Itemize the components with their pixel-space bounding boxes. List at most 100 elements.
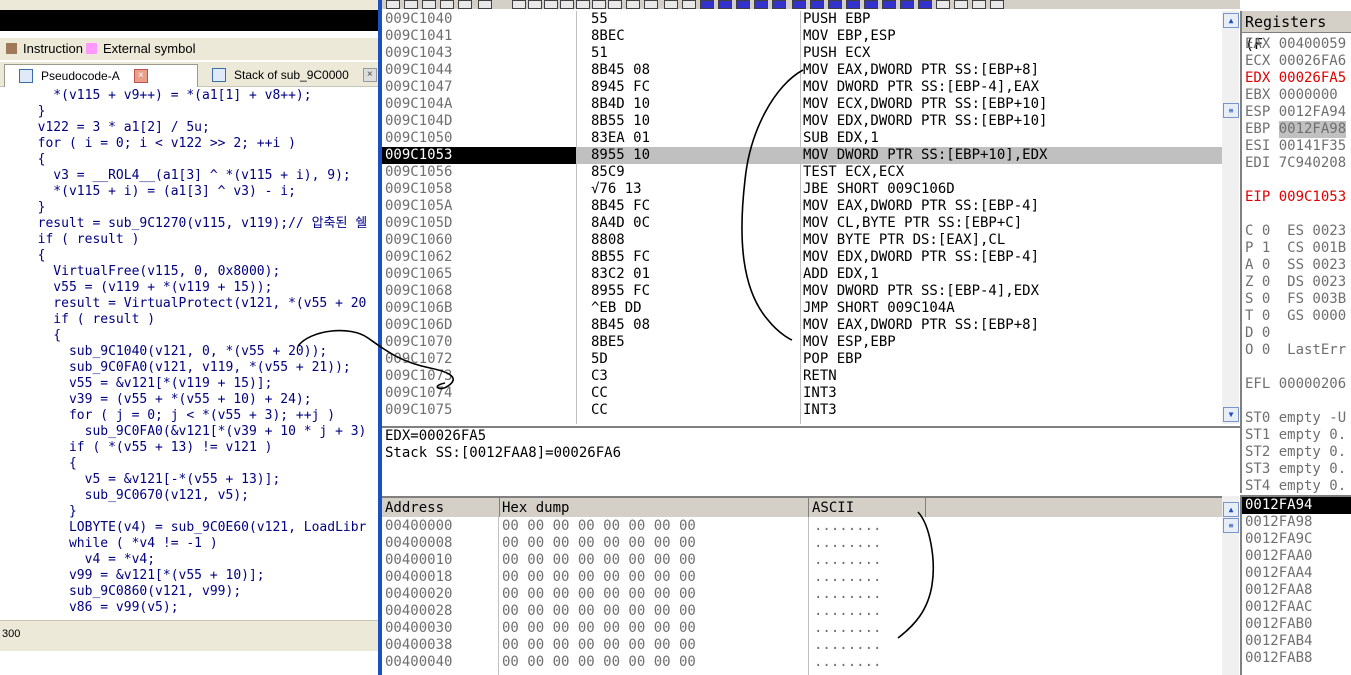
toolbar-button[interactable] [864,0,878,9]
disasm-row[interactable]: 009C1058 √76 13 JBE SHORT 009C106D [382,181,1222,198]
register-row[interactable]: ESP 0012FA94 [1245,104,1346,121]
code-line[interactable]: LOBYTE(v4) = sub_9C0E60(v121, LoadLibr [22,520,366,536]
code-line[interactable]: v5 = &v121[-*(v55 + 13)]; [22,472,281,488]
disasm-row[interactable]: 009C1068 8955 FC MOV DWORD PTR SS:[EBP-4],… [382,283,1222,300]
disasm-row[interactable]: 009C1075 CC INT3 [382,402,1222,419]
code-line[interactable]: v99 = &v121[*(v55 + 10)]; [22,568,265,584]
register-row[interactable]: ST3 empty 0. [1245,461,1346,478]
code-line[interactable]: { [22,328,61,344]
code-line[interactable]: VirtualFree(v115, 0, 0x8000); [22,264,280,280]
toolbar-button[interactable] [990,0,1004,9]
code-line[interactable]: result = VirtualProtect(v121, *(v55 + 20 [22,296,366,312]
toolbar-button[interactable] [682,0,696,9]
disasm-row[interactable]: 009C1060 8808 MOV BYTE PTR DS:[EAX],CL [382,232,1222,249]
toolbar-button[interactable] [882,0,896,9]
code-line[interactable]: sub_9C0670(v121, v5); [22,488,249,504]
toolbar-button[interactable] [592,0,606,9]
code-line[interactable]: sub_9C0860(v121, v99); [22,584,241,600]
disasm-row[interactable]: 009C1053 8955 10 MOV DWORD PTR SS:[EBP+10]… [382,147,1222,164]
code-line[interactable]: sub_9C0FA0(v121, v119, *(v55 + 21)); [22,360,351,376]
disasm-row[interactable]: 009C105D 8A4D 0C MOV CL,BYTE PTR SS:[EBP+C… [382,215,1222,232]
disasm-row[interactable]: 009C1065 83C2 01 ADD EDX,1 [382,266,1222,283]
hex-dump-pane[interactable]: 00400000 00 00 00 00 00 00 00 00........ 0… [382,517,1222,675]
scroll-thumb[interactable]: ≡ [1223,518,1239,533]
toolbar-button[interactable] [972,0,986,9]
stack-row[interactable]: 0012FA94 [1242,497,1351,514]
register-row[interactable]: ST4 empty 0. [1245,478,1346,493]
disasm-row[interactable]: 009C1044 8B45 08 MOV EAX,DWORD PTR SS:[EBP… [382,62,1222,79]
toolbar-button[interactable] [644,0,658,9]
dump-col-hex[interactable]: Hex dump [499,498,809,517]
stack-row[interactable]: 0012FA9C [1242,531,1351,548]
disasm-row[interactable]: 009C106B ^EB DD JMP SHORT 009C104A [382,300,1222,317]
dump-row[interactable]: 00400038 00 00 00 00 00 00 00 00........ [382,637,1222,654]
register-row[interactable]: P 1 CS 001B [1245,240,1346,257]
code-line[interactable]: result = sub_9C1270(v115, v119);// 압축된 쉘 [22,216,368,232]
dump-col-address[interactable]: Address [382,498,500,517]
code-line[interactable]: v86 = v99(v5); [22,600,179,616]
toolbar-button[interactable] [900,0,914,9]
code-line[interactable]: sub_9C1040(v121, 0, *(v55 + 20)); [22,344,327,360]
register-row[interactable]: A 0 SS 0023 [1245,257,1346,274]
disasm-row[interactable]: 009C106D 8B45 08 MOV EAX,DWORD PTR SS:[EBP… [382,317,1222,334]
register-row[interactable]: O 0 LastErr [1245,342,1346,359]
toolbar-button[interactable] [422,0,436,9]
disasm-row[interactable]: 009C1041 8BEC MOV EBP,ESP [382,28,1222,45]
code-line[interactable]: if ( *(v55 + 13) != v121 ) [22,440,273,456]
toolbar-button[interactable] [528,0,542,9]
code-line[interactable]: { [22,456,77,472]
disasm-row[interactable]: 009C1074 CC INT3 [382,385,1222,402]
register-row[interactable]: S 0 FS 003B [1245,291,1346,308]
scroll-up-icon[interactable]: ▲ [1223,13,1239,28]
toolbar-button[interactable] [478,0,492,9]
register-row[interactable]: D 0 [1245,325,1270,342]
disasm-row[interactable]: 009C1056 85C9 TEST ECX,ECX [382,164,1222,181]
toolbar-button[interactable] [440,0,454,9]
code-line[interactable]: if ( result ) [22,232,140,248]
code-line[interactable]: { [22,248,46,264]
register-row[interactable]: EIP 009C1053 [1245,189,1346,206]
toolbar-button[interactable] [560,0,574,9]
code-line[interactable]: for ( i = 0; i < v122 >> 2; ++i ) [22,136,296,152]
toolbar-button[interactable] [828,0,842,9]
dump-row[interactable]: 00400008 00 00 00 00 00 00 00 00........ [382,535,1222,552]
toolbar-button[interactable] [386,0,400,9]
register-row[interactable]: C 0 ES 0023 [1245,223,1346,240]
dump-row[interactable]: 00400040 00 00 00 00 00 00 00 00........ [382,654,1222,671]
close-icon[interactable]: × [362,68,377,82]
code-line[interactable]: sub_9C0FA0(&v121[*(v39 + 10 * j + 3) [22,424,367,440]
toolbar-button[interactable] [772,0,786,9]
disasm-row[interactable]: 009C1047 8945 FC MOV DWORD PTR SS:[EBP-4],… [382,79,1222,96]
code-line[interactable]: v4 = *v4; [22,552,155,568]
register-row[interactable]: EBP 0012FA98 [1245,121,1347,138]
disasm-row[interactable]: 009C1072 5D POP EBP [382,351,1222,368]
toolbar-button[interactable] [846,0,860,9]
disasm-row[interactable]: 009C104D 8B55 10 MOV EDX,DWORD PTR SS:[EBP… [382,113,1222,130]
code-line[interactable]: } [22,200,46,216]
register-row[interactable]: EDI 7C940208 [1245,155,1346,172]
code-line[interactable]: v39 = (v55 + *(v55 + 10) + 24); [22,392,312,408]
code-line[interactable]: *(v115 + v9++) = *(a1[1] + v8++); [22,88,311,104]
register-row[interactable]: ST2 empty 0. [1245,444,1346,461]
code-line[interactable]: } [22,504,77,520]
toolbar-button[interactable] [576,0,590,9]
stack-row[interactable]: 0012FAB4 [1242,633,1351,650]
register-row[interactable]: T 0 GS 0000 [1245,308,1346,325]
toolbar-button[interactable] [810,0,824,9]
toolbar-button[interactable] [404,0,418,9]
register-row[interactable]: ST1 empty 0. [1245,427,1346,444]
toolbar-button[interactable] [608,0,622,9]
scroll-down-icon[interactable]: ▼ [1223,407,1239,422]
close-icon[interactable]: × [133,69,148,83]
disasm-row[interactable]: 009C1062 8B55 FC MOV EDX,DWORD PTR SS:[EBP… [382,249,1222,266]
toolbar-button[interactable] [754,0,768,9]
toolbar-button[interactable] [792,0,806,9]
code-line[interactable]: v55 = (v119 + *(v119 + 15)); [22,280,272,296]
stack-row[interactable]: 0012FAB8 [1242,650,1351,667]
disasm-row[interactable]: 009C104A 8B4D 10 MOV ECX,DWORD PTR SS:[EBP… [382,96,1222,113]
dump-scrollbar[interactable]: ▲ ≡ [1222,496,1239,675]
tab-stack[interactable]: Stack of sub_9C0000 × [198,64,378,86]
code-line[interactable]: while ( *v4 != -1 ) [22,536,218,552]
stack-row[interactable]: 0012FA98 [1242,514,1351,531]
toolbar-button[interactable] [700,0,714,9]
